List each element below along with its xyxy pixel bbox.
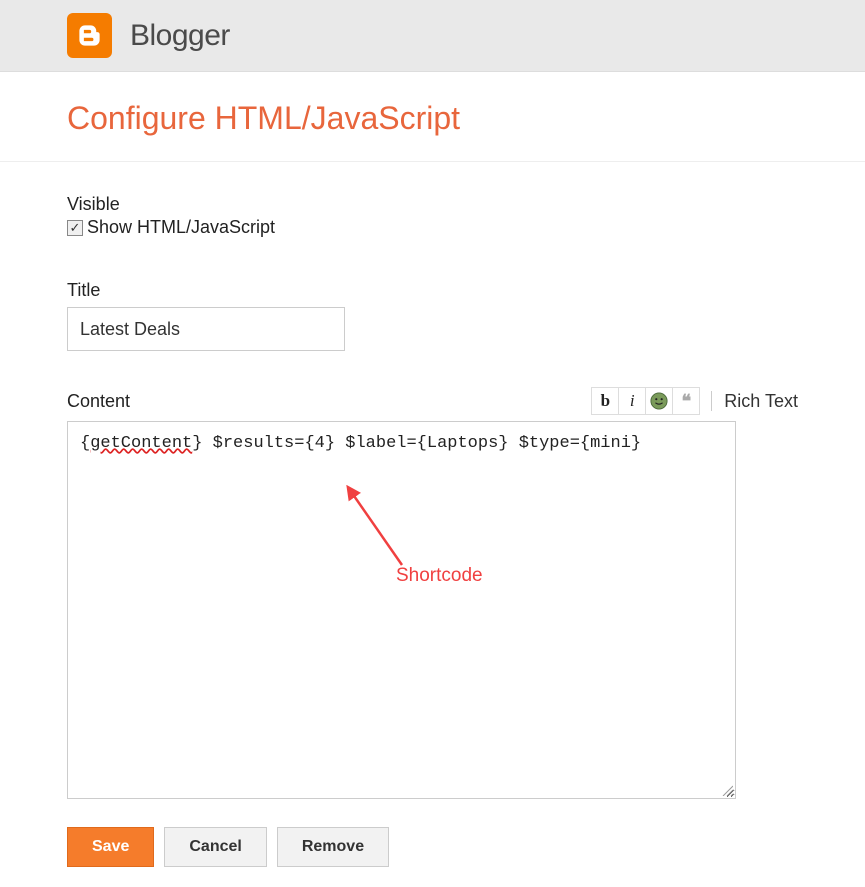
brand-text: Blogger [130, 19, 230, 53]
show-widget-checkbox-label: Show HTML/JavaScript [87, 217, 275, 238]
arrow-icon [342, 485, 422, 575]
show-widget-checkbox[interactable]: ✓ [67, 220, 83, 236]
page-title: Configure HTML/JavaScript [0, 72, 865, 162]
italic-button[interactable]: i [618, 387, 646, 415]
toolbar-divider [711, 391, 712, 411]
richtext-toggle[interactable]: Rich Text [724, 391, 798, 412]
resize-handle-icon [721, 784, 733, 796]
content-label: Content [67, 391, 130, 412]
emoji-icon [650, 392, 668, 410]
button-row: Save Cancel Remove [67, 827, 798, 867]
quote-button[interactable]: ❝ [672, 387, 700, 415]
visible-section-label: Visible [67, 194, 798, 215]
title-label: Title [67, 280, 798, 301]
remove-button[interactable]: Remove [277, 827, 389, 867]
content-toolbar: b i ❝ Rich Text [591, 387, 798, 415]
header-bar: Blogger [0, 0, 865, 72]
content-textarea[interactable]: {getContent} $results={4} $label={Laptop… [67, 421, 736, 799]
form-area: Visible ✓ Show HTML/JavaScript Title Con… [0, 162, 865, 887]
title-input[interactable] [67, 307, 345, 351]
bold-button[interactable]: b [591, 387, 619, 415]
annotation-label: Shortcode [396, 565, 483, 587]
save-button[interactable]: Save [67, 827, 154, 867]
content-text: {getContent} $results={4} $label={Laptop… [80, 434, 641, 453]
blogger-logo-icon [67, 13, 112, 58]
show-widget-row: ✓ Show HTML/JavaScript [67, 217, 798, 238]
content-header: Content b i ❝ Rich Text [67, 387, 798, 415]
emoji-button[interactable] [645, 387, 673, 415]
logo-b-icon [76, 22, 103, 49]
cancel-button[interactable]: Cancel [164, 827, 266, 867]
